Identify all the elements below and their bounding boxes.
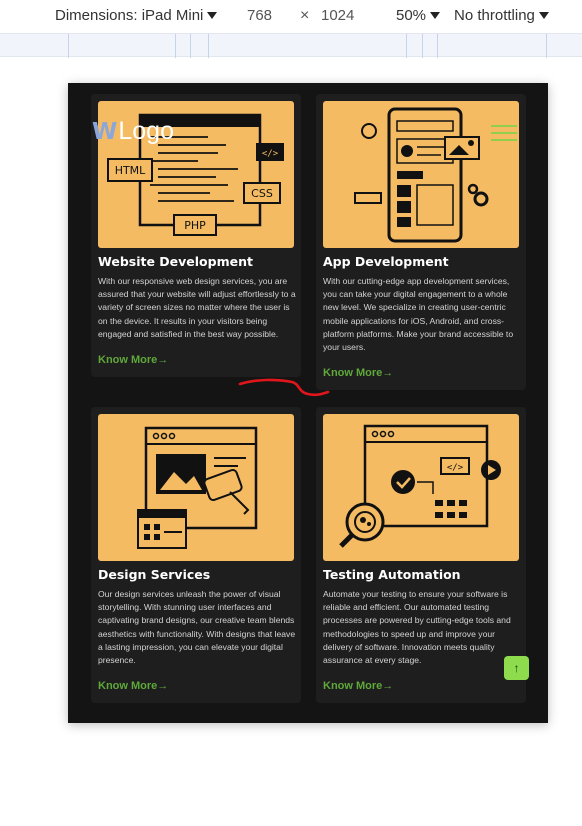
hamburger-menu-button[interactable]	[491, 125, 517, 141]
arrow-up-icon: ↑	[513, 661, 520, 675]
device-viewport: HTML CSS PHP </> Website Development Wit…	[68, 83, 548, 723]
card-title: Design Services	[98, 567, 211, 582]
zoom-label: 50%	[396, 7, 427, 24]
red-annotation-scribble	[238, 378, 330, 397]
card-description: With our responsive web design services,…	[98, 276, 296, 339]
know-more-link[interactable]: Know More→	[323, 367, 393, 379]
code-icon-label: </>	[447, 463, 464, 473]
card-description: Our design services unleash the power of…	[98, 589, 296, 666]
know-more-link[interactable]: Know More→	[323, 680, 393, 692]
throttling-label: No throttling	[454, 7, 535, 24]
logo-mark-icon: W	[92, 118, 117, 145]
mobile-app-illustration-graphic	[354, 107, 489, 243]
know-more-label: Know More	[323, 680, 383, 692]
media-query-ruler[interactable]	[0, 33, 582, 58]
arrow-right-icon: →	[157, 680, 169, 692]
devtools-device-toolbar: Dimensions: iPad Mini 768 × 1024 50% No …	[0, 0, 582, 33]
html-tag-label: HTML	[115, 164, 146, 177]
know-more-link[interactable]: Know More→	[98, 354, 168, 366]
arrow-right-icon: →	[382, 680, 394, 692]
design-tools-illustration	[98, 414, 294, 561]
design-tools-illustration-graphic	[137, 426, 258, 549]
arrow-right-icon: →	[157, 354, 169, 366]
scroll-to-top-button[interactable]: ↑	[504, 656, 529, 680]
ruler-tick	[406, 34, 407, 58]
service-card-design-services: Design Services Our design services unle…	[91, 407, 301, 703]
ruler-tick	[208, 34, 209, 58]
device-dimensions-label: Dimensions: iPad Mini	[55, 7, 204, 24]
zoom-select[interactable]: 50%	[396, 7, 441, 24]
css-tag-label: CSS	[251, 187, 273, 200]
know-more-label: Know More	[98, 680, 158, 692]
menu-line	[491, 125, 517, 127]
service-card-testing-automation: </> Testing Automation Automate your tes…	[316, 407, 526, 703]
mobile-app-illustration	[323, 101, 519, 248]
card-title: Website Development	[98, 254, 253, 269]
menu-line	[491, 139, 517, 141]
testing-automation-illustration: </>	[323, 414, 519, 561]
ruler-tick	[422, 34, 423, 58]
site-logo[interactable]: W Logo	[92, 117, 174, 146]
chevron-down-icon	[430, 12, 441, 19]
know-more-label: Know More	[98, 354, 158, 366]
dimension-separator: ×	[300, 7, 310, 24]
viewport-height-input[interactable]: 1024	[321, 7, 354, 24]
card-description: With our cutting-edge app development se…	[323, 276, 514, 353]
card-title: App Development	[323, 254, 449, 269]
throttling-select[interactable]: No throttling	[454, 7, 549, 24]
card-description: Automate your testing to ensure your sof…	[323, 589, 511, 666]
ruler-tick	[175, 34, 176, 58]
know-more-link[interactable]: Know More→	[98, 680, 168, 692]
ruler-tick	[546, 34, 547, 58]
ruler-tick	[190, 34, 191, 58]
ruler-tick	[437, 34, 438, 58]
code-icon-label: </>	[262, 149, 279, 159]
logo-text: Logo	[118, 117, 174, 145]
php-tag-label: PHP	[184, 219, 206, 232]
arrow-right-icon: →	[382, 367, 394, 379]
testing-automation-illustration-graphic: </>	[339, 424, 501, 548]
ruler-tick	[68, 34, 69, 58]
viewport-width-input[interactable]: 768	[247, 7, 272, 24]
device-dimensions-select[interactable]: Dimensions: iPad Mini	[55, 7, 218, 24]
menu-line	[491, 132, 517, 134]
card-title: Testing Automation	[323, 567, 461, 582]
chevron-down-icon	[207, 12, 218, 19]
chevron-down-icon	[538, 12, 549, 19]
